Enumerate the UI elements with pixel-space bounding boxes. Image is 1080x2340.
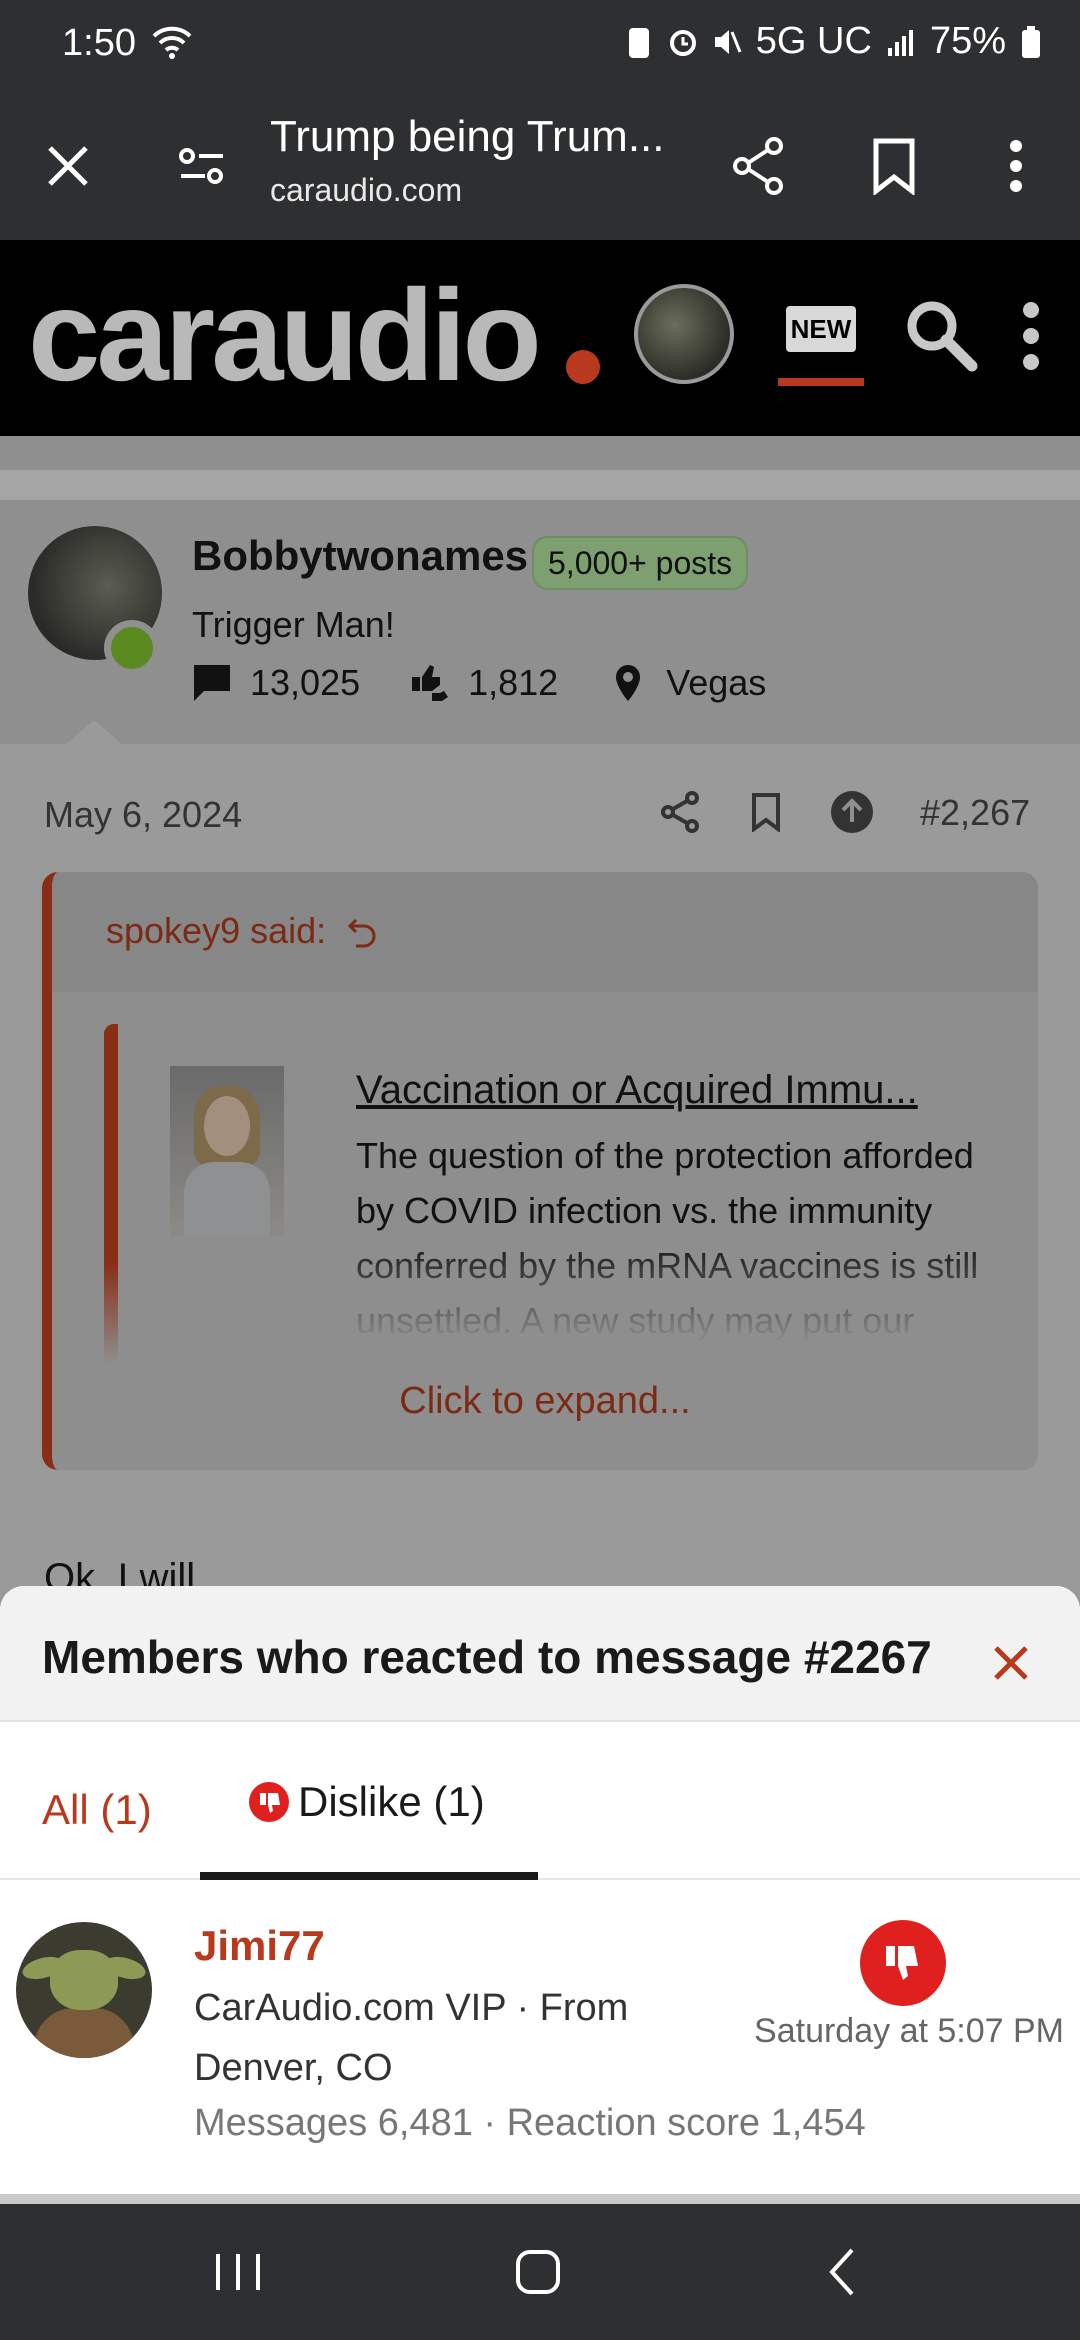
account-avatar[interactable] — [634, 284, 734, 384]
share-icon — [661, 791, 699, 833]
sheet-bottom-edge — [0, 2194, 1080, 2204]
post-author-title: Trigger Man! — [192, 604, 395, 645]
site-header: caraudio NEW — [0, 240, 1080, 436]
page-url[interactable]: caraudio.com — [270, 172, 462, 209]
sheet-header: Members who reacted to message #2267 — [0, 1586, 1080, 1722]
logo-dot — [566, 350, 600, 384]
divider — [0, 436, 1080, 470]
embed-bar — [104, 1024, 118, 1364]
post-upvote-button[interactable] — [828, 788, 876, 836]
dislike-icon — [249, 1782, 289, 1822]
list-item: Jimi77 CarAudio.com VIP · From Denver, C… — [0, 1880, 1080, 2180]
thumbs-down-icon — [886, 1946, 918, 1980]
post-count-badge: 5,000+ posts — [532, 536, 749, 590]
search-icon[interactable] — [900, 294, 980, 374]
signal-icon — [887, 29, 913, 56]
reaction-tabs: All (1) Dislike (1) — [0, 1722, 1080, 1880]
post-user-block — [0, 500, 1080, 744]
reactions-sheet: Members who reacted to message #2267 All… — [0, 1586, 1080, 2204]
member-stats: Messages 6,481 · Reaction score 1,454 — [194, 2102, 866, 2144]
post-date[interactable]: May 6, 2024 — [44, 794, 242, 836]
location-pin-icon — [616, 665, 641, 701]
post-actions — [656, 788, 914, 836]
system-nav-bar — [0, 2204, 1080, 2340]
close-icon[interactable] — [984, 1636, 1038, 1690]
recent-apps-icon[interactable] — [200, 2240, 276, 2304]
share-icon — [733, 137, 783, 195]
tune-icon — [179, 148, 223, 184]
avatar[interactable] — [16, 1922, 152, 2058]
online-icon — [111, 627, 153, 669]
status-time: 1:50 — [62, 22, 136, 64]
post-share-button[interactable] — [656, 788, 704, 836]
browser-toolbar: Trump being Trum... caraudio.com — [0, 90, 1080, 240]
embed-fade — [356, 1236, 996, 1356]
user-block-pointer — [64, 720, 124, 746]
battery-icon — [1022, 25, 1040, 58]
post-author-stats: 13,025 1,812 Vegas — [192, 662, 816, 704]
jump-to-quote-icon — [348, 919, 376, 948]
back-icon[interactable] — [806, 2240, 882, 2304]
click-to-expand[interactable]: Click to expand... — [52, 1380, 1038, 1423]
more-vert-icon — [1010, 140, 1022, 192]
quote-author[interactable]: spokey9 said: — [106, 910, 380, 952]
member-name[interactable]: Jimi77 — [194, 1922, 325, 1970]
active-tab-indicator — [200, 1872, 538, 1880]
post-author-name[interactable]: Bobbytwonames — [192, 532, 528, 580]
post-number[interactable]: #2,267 — [920, 792, 1030, 834]
close-icon — [48, 146, 88, 186]
bookmark-icon — [873, 138, 915, 195]
online-indicator — [104, 620, 160, 676]
share-button[interactable] — [720, 128, 796, 204]
battery-saver-icon — [628, 27, 649, 58]
tab-all[interactable]: All (1) — [42, 1786, 152, 1834]
quote-body: Vaccination or Acquired Immu... The ques… — [52, 992, 1038, 1470]
whats-new-underline — [778, 378, 864, 386]
reaction-count: 1,812 — [468, 662, 559, 703]
sheet-title: Members who reacted to message #2267 — [42, 1631, 932, 1683]
wifi-icon — [152, 26, 192, 59]
divider — [0, 470, 1080, 500]
whats-new-button[interactable]: NEW — [786, 306, 856, 352]
page-title[interactable]: Trump being Trum... — [270, 112, 665, 162]
thumbs-icon — [412, 665, 449, 701]
site-settings-button[interactable] — [164, 128, 240, 204]
home-icon[interactable] — [500, 2240, 576, 2304]
site-logo[interactable]: caraudio — [28, 270, 542, 400]
mute-icon — [714, 29, 742, 54]
member-subtitle: CarAudio.com VIP · From Denver, CO — [194, 1987, 629, 2089]
bookmark-button[interactable] — [856, 128, 932, 204]
battery-percent: 75% — [929, 20, 1006, 62]
embed-link-title[interactable]: Vaccination or Acquired Immu... — [356, 1068, 996, 1113]
dislike-reaction-icon — [860, 1920, 946, 2006]
location: Vegas — [666, 662, 767, 703]
site-menu-icon[interactable] — [1016, 296, 1046, 376]
tab-dislike[interactable]: Dislike (1) — [248, 1778, 485, 1826]
arrow-up-circle-icon — [831, 791, 873, 833]
tab-dislike-label: Dislike (1) — [298, 1778, 485, 1825]
messages-icon — [194, 665, 230, 701]
alarm-icon — [669, 29, 696, 56]
status-bar: 1:50 5G UC 75% — [0, 0, 1080, 90]
quote-header: spokey9 said: — [52, 872, 1038, 992]
more-menu-button[interactable] — [978, 128, 1054, 204]
messages-count: 13,025 — [250, 662, 361, 703]
reaction-time: Saturday at 5:07 PM — [754, 2012, 1064, 2050]
bookmark-icon — [752, 793, 780, 832]
network-label: 5G UC — [755, 20, 872, 62]
close-tab-button[interactable] — [30, 128, 106, 204]
quote-block: spokey9 said: Vaccination or Acquired Im… — [42, 872, 1038, 1470]
embed-thumbnail[interactable] — [170, 1066, 284, 1236]
post-bookmark-button[interactable] — [742, 788, 790, 836]
